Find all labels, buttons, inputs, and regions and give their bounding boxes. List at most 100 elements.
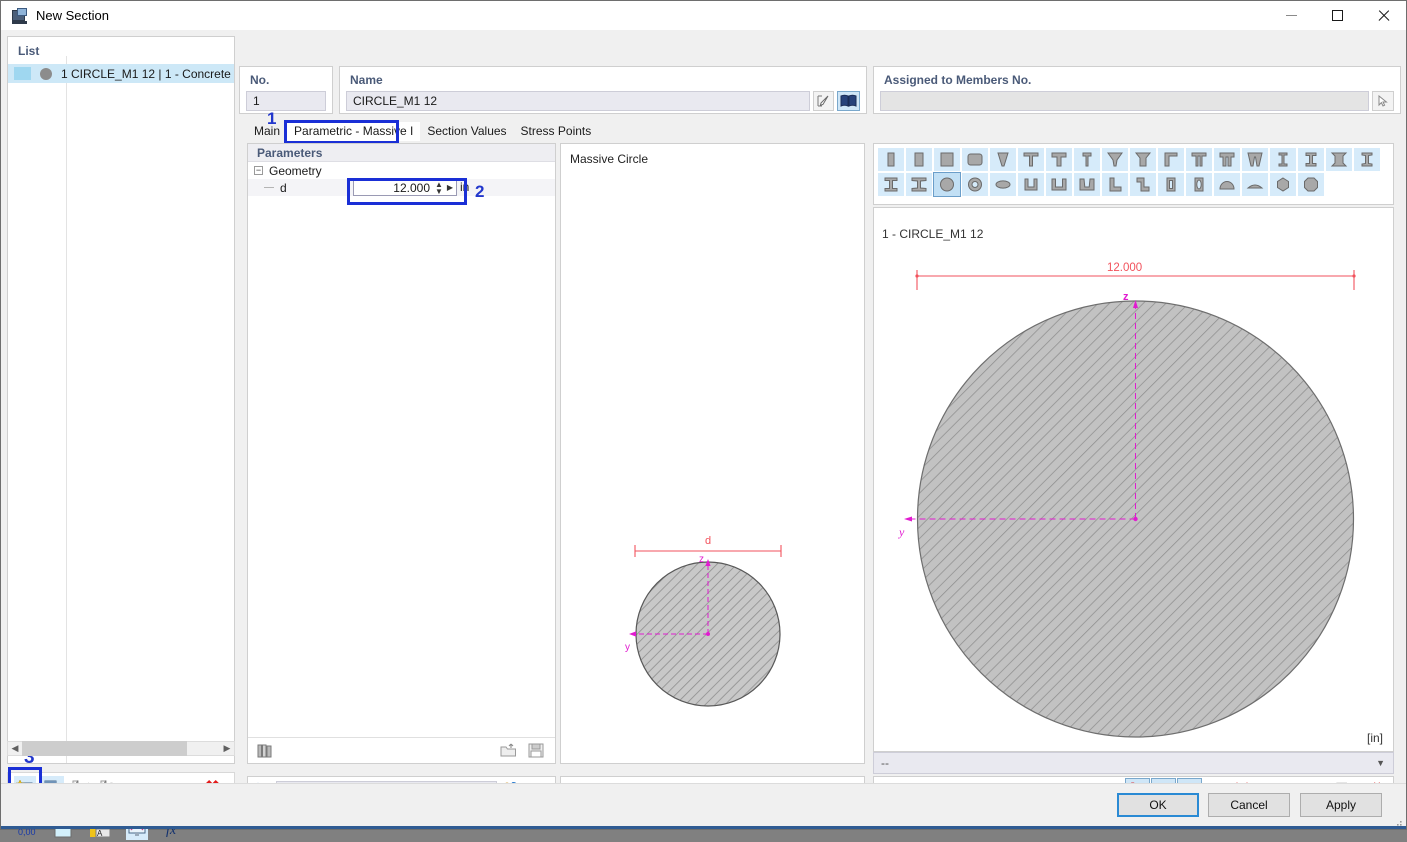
shape-i-beam-2[interactable]: [878, 173, 904, 196]
name-card: Name CIRCLE_M1 12: [339, 66, 867, 114]
shape-i-wide[interactable]: [1326, 148, 1352, 171]
section-drawing-panel: 1 - CIRCLE_M1 12 12.000 z y [in]: [873, 207, 1394, 752]
shape-tee[interactable]: [1018, 148, 1044, 171]
tab-stress-points[interactable]: Stress Points: [514, 122, 599, 141]
shape-dome[interactable]: [1214, 173, 1240, 196]
parameter-name: d: [280, 180, 287, 195]
shape-double-tee-narrow[interactable]: [1186, 148, 1212, 171]
list-item[interactable]: 1 CIRCLE_M1 12 | 1 - Concrete f'c = 40: [8, 64, 234, 83]
annotation-2: 2: [475, 182, 485, 201]
shape-tee-inverted[interactable]: [1102, 148, 1128, 171]
spinner-icon[interactable]: ▲ ▼: [434, 180, 444, 195]
save-disk-icon: [528, 743, 544, 758]
shape-hexagon[interactable]: [1270, 173, 1296, 196]
save-parameters-button[interactable]: [525, 740, 547, 762]
shape-square[interactable]: [934, 148, 960, 171]
list-horizontal-scrollbar[interactable]: ◀ ▶: [7, 741, 235, 756]
expand-formula-icon[interactable]: ▶: [444, 183, 456, 192]
cancel-button[interactable]: Cancel: [1208, 793, 1290, 817]
shape-arc-flat[interactable]: [1242, 173, 1268, 196]
close-button[interactable]: [1360, 1, 1406, 30]
shape-l-angle[interactable]: [1102, 173, 1128, 196]
tab-section-values[interactable]: Section Values: [420, 122, 513, 141]
shape-rect-narrow[interactable]: [878, 148, 904, 171]
drawing-view-select[interactable]: -- ▼: [873, 752, 1394, 774]
minimize-button[interactable]: [1268, 1, 1314, 30]
shape-taper-v[interactable]: [990, 148, 1016, 171]
tab-parametric-massive-i[interactable]: Parametric - Massive I: [287, 122, 421, 141]
section-icon: [12, 7, 28, 24]
minimize-icon: [1285, 15, 1297, 16]
section-library-button[interactable]: [837, 91, 860, 111]
shape-tee-inverted-wide[interactable]: [1130, 148, 1156, 171]
parameters-header: Parameters: [248, 144, 555, 162]
cursor-pick-icon: [1378, 94, 1388, 107]
shape-circle-hollow[interactable]: [962, 173, 988, 196]
no-card: No. 1: [239, 66, 333, 114]
shape-box-rect[interactable]: [1158, 173, 1184, 196]
shape-box-oval[interactable]: [1186, 173, 1212, 196]
maximize-button[interactable]: [1314, 1, 1360, 30]
pencil-edit-icon: [817, 95, 828, 106]
open-folder-icon: [500, 743, 516, 757]
preview-title: Massive Circle: [570, 152, 649, 166]
shape-z[interactable]: [1130, 173, 1156, 196]
shape-i-medium[interactable]: [1298, 148, 1324, 171]
shape-tee-left[interactable]: [1158, 148, 1184, 171]
list-rows: 1 CIRCLE_M1 12 | 1 - Concrete f'c = 40: [8, 64, 234, 723]
shape-ellipse[interactable]: [990, 173, 1016, 196]
footer-accent-strip: [1, 826, 1406, 829]
preview-dimension-label: d: [705, 535, 711, 547]
scroll-right-icon[interactable]: ▶: [220, 743, 234, 754]
shape-w[interactable]: [1242, 148, 1268, 171]
pick-members-button[interactable]: [1372, 91, 1394, 111]
shape-tee-narrow[interactable]: [1074, 148, 1100, 171]
window-title: New Section: [36, 8, 109, 23]
parameter-unit: in: [460, 180, 470, 194]
parameter-library-button[interactable]: [254, 740, 276, 762]
scroll-left-icon[interactable]: ◀: [8, 743, 22, 754]
name-row: CIRCLE_M1 12: [346, 91, 860, 111]
shape-i-beam-1[interactable]: [1354, 148, 1380, 171]
shape-circle-solid[interactable]: [933, 172, 961, 197]
parameters-group-row[interactable]: − Geometry: [248, 162, 555, 179]
drawing-view-value: --: [881, 756, 889, 770]
scroll-track[interactable]: [22, 741, 220, 756]
name-label: Name: [350, 73, 383, 87]
collapse-icon[interactable]: −: [254, 166, 263, 175]
window-controls: [1268, 1, 1406, 30]
shape-square-rounded[interactable]: [962, 148, 988, 171]
shape-octagon[interactable]: [1298, 173, 1324, 196]
tree-connector: [264, 187, 274, 188]
parameters-group-label: Geometry: [269, 163, 322, 178]
shape-rect-tall[interactable]: [906, 148, 932, 171]
list-header-label: List: [18, 44, 40, 58]
parameters-panel: Parameters − Geometry d 12.000 ▲ ▼ ▶ in: [247, 143, 556, 764]
shape-u-channel[interactable]: [1018, 173, 1044, 196]
scroll-thumb[interactable]: [22, 741, 187, 756]
parameter-value: 12.000: [393, 180, 430, 195]
shape-double-tee[interactable]: [1214, 148, 1240, 171]
edit-name-button[interactable]: [813, 91, 834, 111]
drawing-axis-y-label: y: [898, 525, 905, 539]
drawing-dimension-value: 12.000: [1107, 262, 1142, 274]
name-input[interactable]: CIRCLE_M1 12: [346, 91, 810, 111]
drawing-caption: 1 - CIRCLE_M1 12: [882, 227, 984, 241]
section-shape-dot-icon: [40, 67, 52, 80]
parameter-value-input[interactable]: 12.000 ▲ ▼ ▶: [353, 179, 457, 196]
preview-axis-z-label: z: [699, 554, 704, 565]
assigned-label: Assigned to Members No.: [884, 73, 1032, 87]
ok-button[interactable]: OK: [1117, 793, 1199, 817]
assigned-input[interactable]: [880, 91, 1369, 111]
shape-tee-wide[interactable]: [1046, 148, 1072, 171]
shape-i-beam-3[interactable]: [906, 173, 932, 196]
preview-shape-drawing: d z y: [625, 535, 782, 707]
shape-u-channel-tapered[interactable]: [1074, 173, 1100, 196]
books-icon: [257, 744, 272, 757]
no-input[interactable]: 1: [246, 91, 326, 111]
tab-main[interactable]: Main: [247, 122, 287, 141]
shape-u-channel-wide[interactable]: [1046, 173, 1072, 196]
import-parameters-button[interactable]: [497, 740, 519, 762]
shape-i-narrow[interactable]: [1270, 148, 1296, 171]
apply-button[interactable]: Apply: [1300, 793, 1382, 817]
